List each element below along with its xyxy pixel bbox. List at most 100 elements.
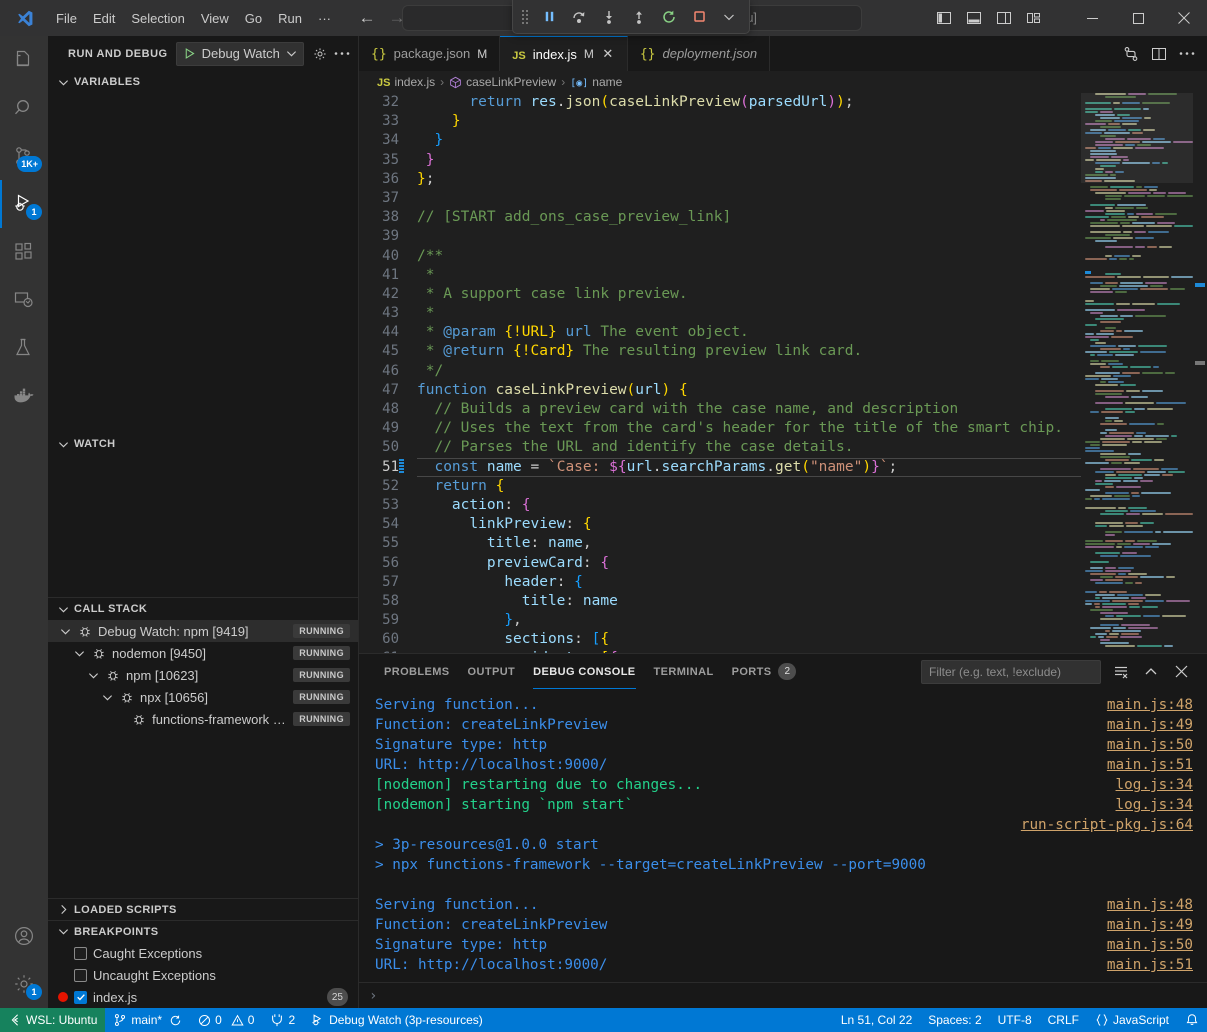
code-line[interactable]: 54 linkPreview: { [359,515,1081,534]
watch-list[interactable] [48,455,358,597]
menu-view[interactable]: View [193,7,237,30]
code-line[interactable]: 33 } [359,112,1081,131]
status-indentation[interactable]: Spaces: 2 [920,1008,989,1032]
code-line[interactable]: 43 * [359,304,1081,323]
activity-explorer[interactable] [0,36,48,84]
pane-header-breakpoints[interactable]: BREAKPOINTS [48,920,358,942]
code-line[interactable]: 58 title: name [359,592,1081,611]
code-line[interactable]: 56 previewCard: { [359,554,1081,573]
launch-config-select[interactable]: Debug Watch [176,42,304,66]
call-stack-row[interactable]: npx [10656]RUNNING [48,686,358,708]
status-branch[interactable]: main* [105,1008,190,1032]
sync-icon[interactable] [169,1014,182,1027]
breakpoint-glyph-icon[interactable] [399,459,404,476]
console-source-link[interactable]: main.js:48 [1107,695,1193,715]
debug-step-out-button[interactable] [625,4,653,30]
debug-pause-button[interactable] [535,4,563,30]
overview-ruler[interactable] [1193,93,1207,653]
editor-tab[interactable]: {}package.jsonM [359,36,500,71]
chevron-down-icon[interactable] [58,626,72,637]
console-source-link[interactable]: run-script-pkg.js:64 [1021,815,1193,835]
close-panel-icon[interactable] [1171,662,1191,682]
editor-tab[interactable]: JSindex.jsM✕ [500,36,628,71]
menu-file[interactable]: File [48,7,85,30]
debug-restart-button[interactable] [655,4,683,30]
console-source-link[interactable]: log.js:34 [1116,775,1193,795]
code-line[interactable]: 61 widgets: [{ [359,649,1081,653]
activity-docker[interactable] [0,372,48,420]
code-line[interactable]: 44 * @param {!URL} url The event object. [359,323,1081,342]
chevron-down-icon[interactable] [72,648,86,659]
call-stack-row[interactable]: functions-framework [106...RUNNING [48,708,358,730]
toggle-primary-sidebar-icon[interactable] [931,5,957,31]
clear-console-icon[interactable] [1111,662,1131,682]
code-line[interactable]: 46 */ [359,362,1081,381]
pane-header-callstack[interactable]: CALL STACK [48,598,358,620]
breakpoint-row[interactable]: Uncaught Exceptions [48,964,358,986]
activity-extensions[interactable] [0,228,48,276]
status-encoding[interactable]: UTF-8 [990,1008,1040,1032]
status-remote[interactable]: WSL: Ubuntu [0,1008,105,1032]
console-source-link[interactable]: main.js:50 [1107,935,1193,955]
split-editor-icon[interactable] [1151,46,1167,62]
breadcrumb-item[interactable]: JSindex.js [377,75,435,89]
status-debug-session[interactable]: Debug Watch (3p-resources) [303,1008,491,1032]
status-cursor-position[interactable]: Ln 51, Col 22 [833,1008,920,1032]
console-filter-input[interactable]: Filter (e.g. text, !exclude) [921,660,1101,684]
code-line[interactable]: 34 } [359,131,1081,150]
code-line[interactable]: 50 // Parses the URL and identify the ca… [359,438,1081,457]
code-line[interactable]: 55 title: name, [359,534,1081,553]
breadcrumb[interactable]: JSindex.js›caseLinkPreview›[◉]name [359,71,1207,93]
panel-tab-debug-console[interactable]: DEBUG CONSOLE [524,654,644,689]
go-back-icon[interactable]: ← [357,8,377,28]
code-line[interactable]: 37 [359,189,1081,208]
code-editor[interactable]: 32 return res.json(caseLinkPreview(parse… [359,93,1207,653]
menu-selection[interactable]: Selection [123,7,192,30]
editor-tab-close-icon[interactable]: ✕ [601,46,615,62]
menu-run[interactable]: Run [270,7,310,30]
status-eol[interactable]: CRLF [1040,1008,1087,1032]
minimap[interactable] [1081,93,1193,653]
code-line[interactable]: 60 sections: [{ [359,630,1081,649]
console-source-link[interactable]: log.js:34 [1116,795,1193,815]
gear-icon[interactable] [312,46,328,62]
chevron-down-icon[interactable] [86,670,100,681]
code-line[interactable]: 35 } [359,151,1081,170]
call-stack-row[interactable]: npm [10623]RUNNING [48,664,358,686]
toggle-secondary-sidebar-icon[interactable] [991,5,1017,31]
variables-list[interactable] [48,93,358,433]
code-line[interactable]: 53 action: { [359,496,1081,515]
toggle-panel-icon[interactable] [961,5,987,31]
chevron-down-icon[interactable] [100,692,114,703]
code-line[interactable]: 59 }, [359,611,1081,630]
console-source-link[interactable]: main.js:51 [1107,755,1193,775]
status-ports[interactable]: 2 [262,1008,303,1032]
activity-remote-explorer[interactable] [0,276,48,324]
minimize-button[interactable] [1069,0,1115,36]
minimap-slider[interactable] [1081,93,1193,183]
debug-stop-button[interactable] [685,4,713,30]
code-line[interactable]: 51 const name = `Case: ${url.searchParam… [359,458,1081,477]
more-actions-icon[interactable] [1179,51,1195,56]
console-source-link[interactable]: main.js:49 [1107,915,1193,935]
call-stack-row[interactable]: nodemon [9450]RUNNING [48,642,358,664]
customize-layout-icon[interactable] [1021,5,1047,31]
debug-console-output[interactable]: Serving function...main.js:48Function: c… [359,689,1207,982]
code-line[interactable]: 38// [START add_ons_case_preview_link] [359,208,1081,227]
start-debugging-icon[interactable] [183,47,196,60]
activity-accounts[interactable] [0,912,48,960]
chevron-up-icon[interactable] [1141,662,1161,682]
panel-tab-terminal[interactable]: TERMINAL [645,654,723,689]
code-line[interactable]: 40/** [359,247,1081,266]
code-line[interactable]: 36}; [359,170,1081,189]
activity-testing[interactable] [0,324,48,372]
maximize-button[interactable] [1115,0,1161,36]
code-line[interactable]: 39 [359,227,1081,246]
debug-console-input[interactable]: › [359,982,1207,1008]
menu-go[interactable]: Go [237,7,270,30]
debug-step-over-button[interactable] [565,4,593,30]
console-source-link[interactable]: main.js:50 [1107,735,1193,755]
code-viewport[interactable]: 32 return res.json(caseLinkPreview(parse… [359,93,1081,653]
debug-more-icon[interactable] [715,4,743,30]
more-actions-icon[interactable] [334,51,350,56]
